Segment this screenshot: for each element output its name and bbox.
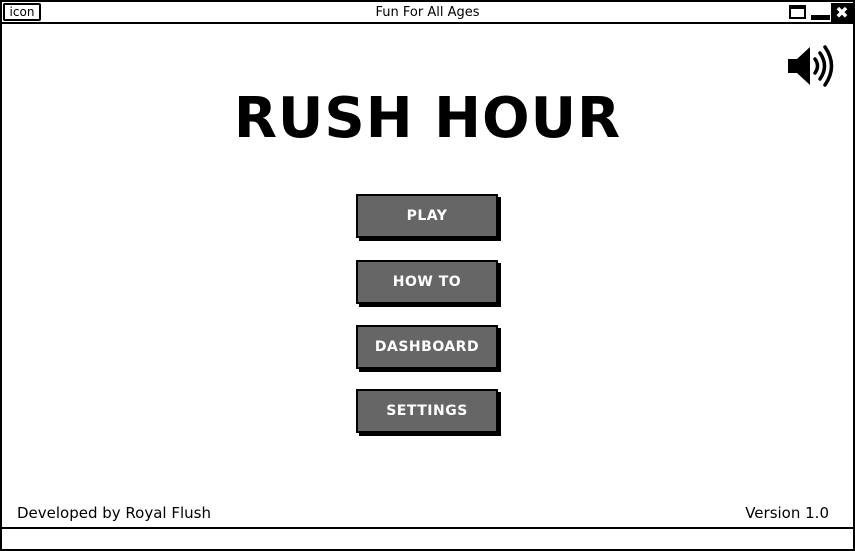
- speaker-volume-icon[interactable]: [786, 44, 834, 88]
- developer-credits: Developed by Royal Flush: [17, 504, 211, 522]
- close-button[interactable]: ✖: [831, 3, 853, 22]
- dashboard-button[interactable]: DASHBOARD: [356, 325, 498, 369]
- minimize-icon: [811, 15, 830, 20]
- status-bar: [2, 527, 853, 549]
- app-window: icon Fun For All Ages ✖ RUSH HOUR PLAY H…: [0, 0, 855, 551]
- game-title: RUSH HOUR: [233, 86, 622, 151]
- version-label: Version 1.0: [745, 504, 829, 522]
- play-button[interactable]: PLAY: [356, 194, 498, 238]
- window-title: Fun For All Ages: [375, 5, 480, 20]
- window-controls: ✖: [787, 3, 853, 22]
- maximize-button[interactable]: [787, 3, 809, 22]
- minimize-button[interactable]: [809, 3, 831, 22]
- how-to-button[interactable]: HOW TO: [356, 260, 498, 304]
- maximize-icon: [789, 5, 806, 19]
- title-bar: icon Fun For All Ages ✖: [2, 2, 853, 24]
- settings-button[interactable]: SETTINGS: [356, 389, 498, 433]
